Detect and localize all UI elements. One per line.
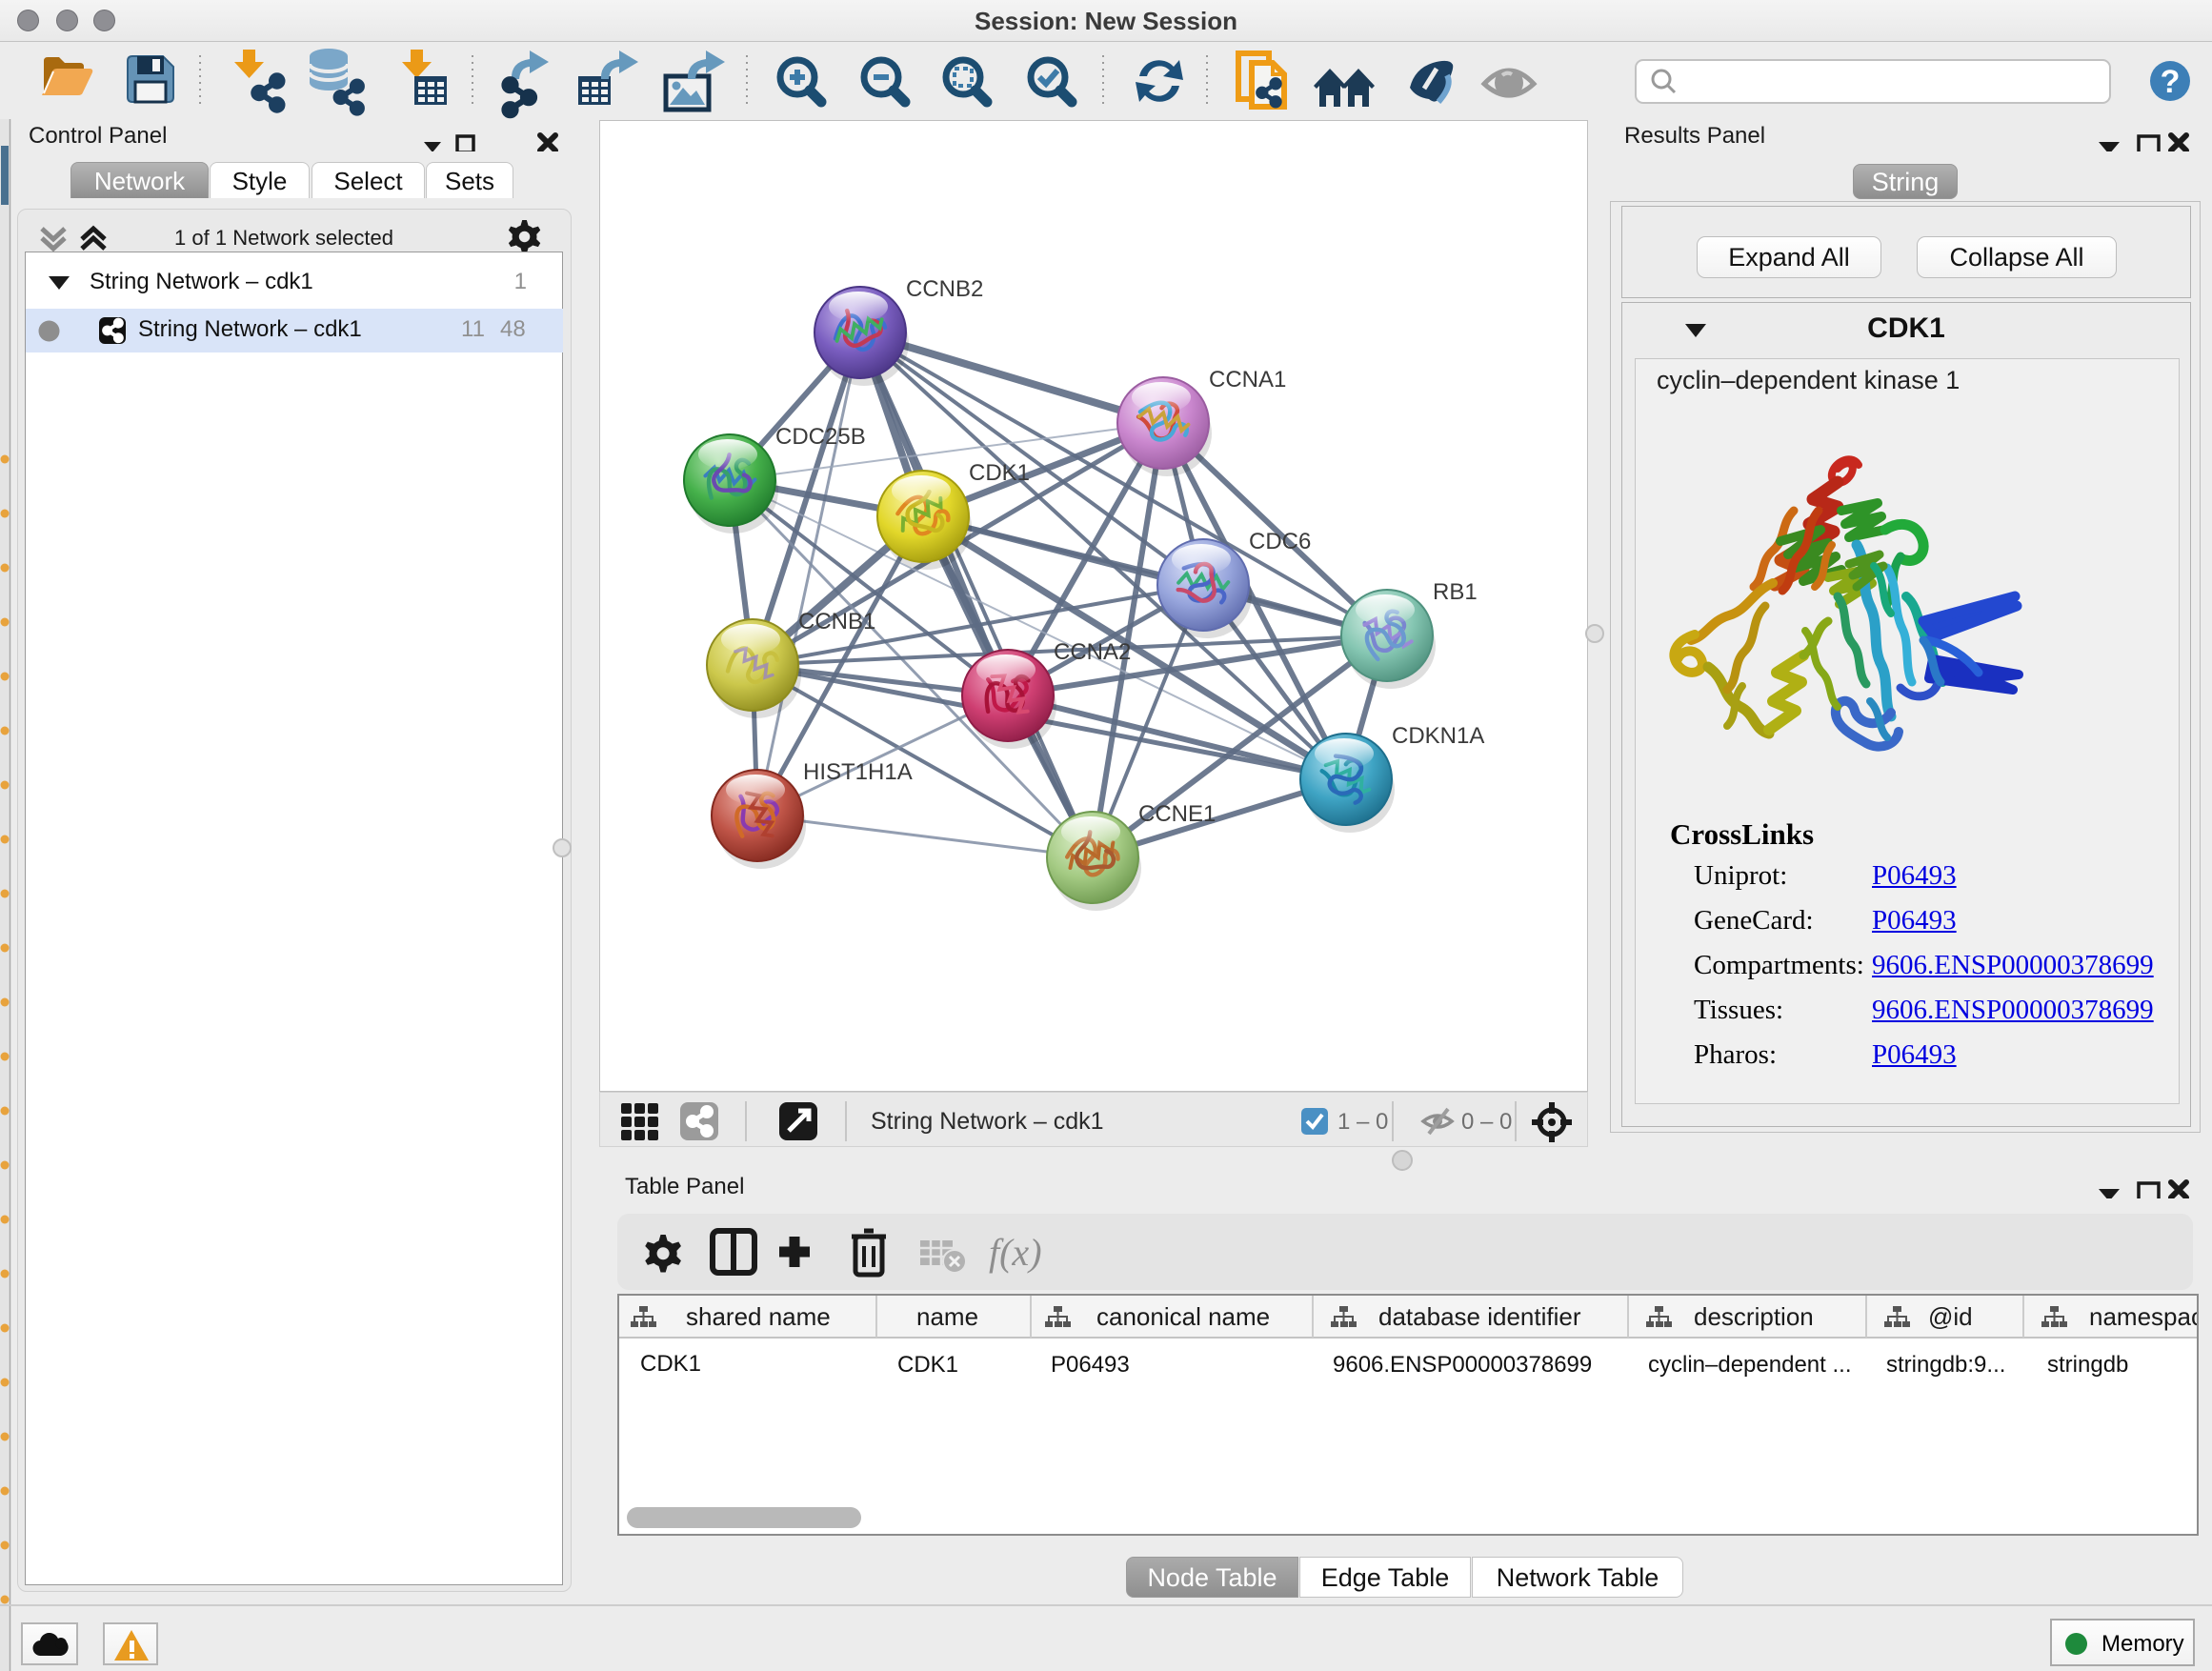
svg-text:@id: @id xyxy=(1928,1302,1973,1331)
svg-text:9606.ENSP00000378699: 9606.ENSP00000378699 xyxy=(1333,1352,1592,1378)
svg-text:String Network – cdk1: String Network – cdk1 xyxy=(871,1108,1104,1135)
svg-text:name: name xyxy=(916,1302,978,1331)
svg-text:1 – 0: 1 – 0 xyxy=(1337,1109,1388,1135)
svg-text:f(x): f(x) xyxy=(989,1231,1042,1274)
svg-text:canonical name: canonical name xyxy=(1096,1302,1270,1331)
svg-text:?: ? xyxy=(2161,64,2181,100)
svg-text:cyclin–dependent ...: cyclin–dependent ... xyxy=(1648,1352,1851,1378)
svg-text:CDK1: CDK1 xyxy=(640,1351,701,1377)
svg-text:namespace: namespace xyxy=(2089,1302,2197,1331)
svg-text:description: description xyxy=(1694,1302,1814,1331)
svg-text:stringdb: stringdb xyxy=(2047,1352,2128,1378)
svg-text:0 – 0: 0 – 0 xyxy=(1461,1109,1512,1135)
svg-text:database identifier: database identifier xyxy=(1378,1302,1581,1331)
svg-text:stringdb:9...: stringdb:9... xyxy=(1886,1352,2005,1378)
svg-text:shared name: shared name xyxy=(686,1302,831,1331)
svg-text:P06493: P06493 xyxy=(1051,1352,1130,1378)
svg-text:CDK1: CDK1 xyxy=(897,1352,958,1378)
